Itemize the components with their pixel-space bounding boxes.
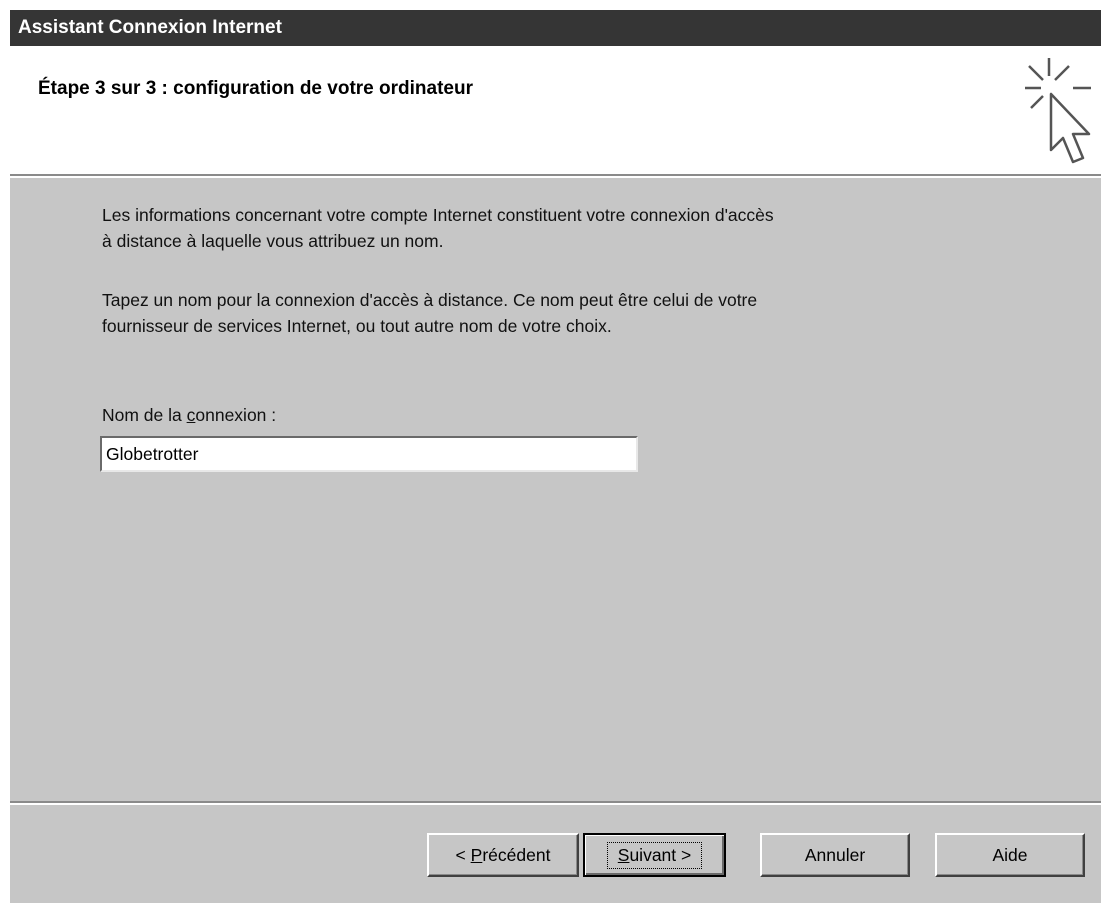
cancel-button[interactable]: Annuler (760, 833, 910, 877)
footer-separator (10, 801, 1101, 805)
wizard-header: Étape 3 sur 3 : configuration de votre o… (10, 46, 1101, 174)
instruction-line-1: Tapez un nom pour la connexion d'accès à… (102, 290, 758, 310)
help-button[interactable]: Aide (935, 833, 1085, 877)
header-separator (10, 174, 1101, 178)
connection-label-post: onnexion : (195, 405, 277, 425)
intro-line-2: à distance à laquelle vous attribuez un … (102, 231, 444, 251)
help-label: Aide (992, 844, 1028, 865)
connection-name-input[interactable] (100, 436, 638, 472)
cancel-label: Annuler (804, 844, 866, 865)
wizard-window: Assistant Connexion Internet Étape 3 sur… (0, 0, 1101, 903)
connection-name-label: Nom de la connexion : (102, 405, 276, 426)
previous-label: < Précédent (455, 844, 551, 865)
step-title: Étape 3 sur 3 : configuration de votre o… (38, 78, 473, 99)
wizard-cursor-sparkle-icon (1025, 58, 1091, 164)
connection-label-pre: Nom de la (102, 405, 187, 425)
next-label: Suivant > (606, 841, 703, 869)
instruction-paragraph: Tapez un nom pour la connexion d'accès à… (102, 287, 982, 339)
title-bar[interactable]: Assistant Connexion Internet (10, 10, 1101, 46)
intro-line-1: Les informations concernant votre compte… (102, 205, 774, 225)
next-button[interactable]: Suivant > (583, 833, 726, 877)
screen-edge-top (0, 0, 1101, 10)
screen-edge-left (0, 0, 10, 903)
instruction-line-2: fournisseur de services Internet, ou tou… (102, 316, 612, 336)
intro-paragraph: Les informations concernant votre compte… (102, 202, 982, 254)
previous-button[interactable]: < Précédent (427, 833, 579, 877)
window-title: Assistant Connexion Internet (18, 17, 282, 38)
